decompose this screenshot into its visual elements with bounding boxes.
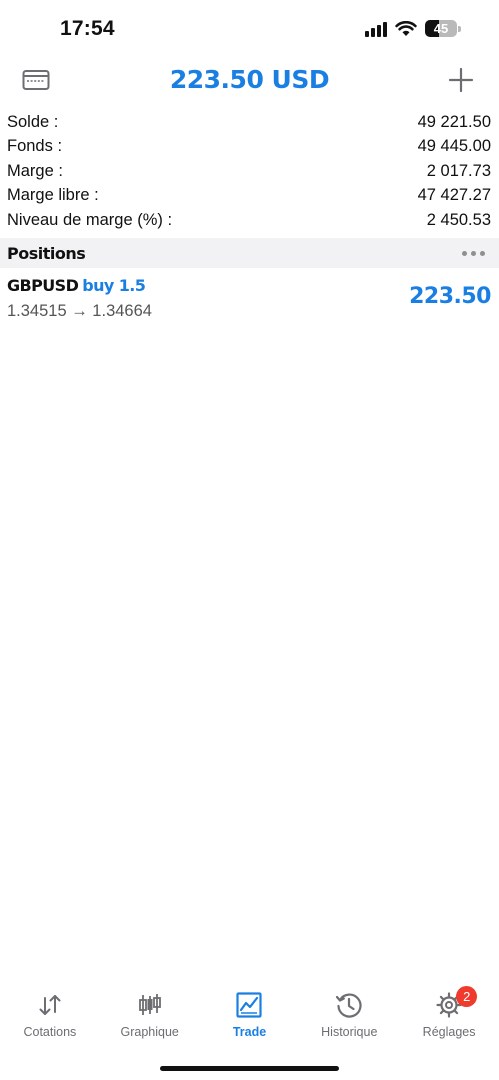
tab-history[interactable]: Historique xyxy=(299,985,399,1045)
section-title: Positions xyxy=(7,243,86,263)
position-title: GBPUSD buy 1.5 xyxy=(7,276,146,295)
status-icons: 45 xyxy=(365,20,461,37)
page-title: 223.50 USD xyxy=(169,65,330,94)
battery-icon: 45 xyxy=(425,20,457,37)
quotes-arrows-icon xyxy=(39,995,61,1015)
position-side: buy 1.5 xyxy=(82,276,146,295)
summary-value: 47 427.27 xyxy=(417,186,491,205)
trade-chart-icon xyxy=(236,992,263,1018)
nav-header: 223.50 USD xyxy=(0,58,499,102)
tab-quotes[interactable]: Cotations xyxy=(0,985,100,1045)
more-options-icon[interactable] xyxy=(462,250,485,256)
summary-row-margin-level: Niveau de marge (%) : 2 450.53 xyxy=(0,208,499,233)
wifi-icon xyxy=(395,20,417,36)
summary-value: 49 221.50 xyxy=(417,112,491,131)
tab-label: Réglages xyxy=(422,1025,476,1039)
summary-value: 49 445.00 xyxy=(417,137,491,156)
summary-label: Fonds : xyxy=(7,137,63,156)
tab-trade[interactable]: Trade xyxy=(200,985,300,1045)
summary-row-margin: Marge : 2 017.73 xyxy=(0,159,499,184)
account-summary: Solde : 49 221.50 Fonds : 49 445.00 Marg… xyxy=(0,110,499,233)
tab-settings[interactable]: 2 Réglages xyxy=(399,985,499,1045)
home-indicator[interactable] xyxy=(160,1066,339,1071)
battery-level: 45 xyxy=(433,21,449,36)
status-bar: 17:54 45 xyxy=(0,0,499,60)
position-row[interactable]: GBPUSD buy 1.5 1.34515 → 1.34664 223.50 xyxy=(0,272,499,328)
tab-label: Trade xyxy=(232,1025,267,1039)
summary-row-free-margin: Marge libre : 47 427.27 xyxy=(0,184,499,209)
tab-label: Historique xyxy=(321,1025,378,1039)
summary-row-equity: Fonds : 49 445.00 xyxy=(0,135,499,160)
summary-label: Niveau de marge (%) : xyxy=(7,210,173,229)
position-profit: 223.50 xyxy=(409,284,491,309)
add-icon[interactable] xyxy=(447,66,475,94)
candlestick-chart-icon xyxy=(138,994,161,1015)
history-clock-icon xyxy=(336,993,362,1018)
summary-value: 2 017.73 xyxy=(426,161,491,180)
tab-label: Graphique xyxy=(120,1025,179,1039)
positions-section-header: Positions xyxy=(0,238,499,268)
summary-row-balance: Solde : 49 221.50 xyxy=(0,110,499,135)
position-symbol: GBPUSD xyxy=(7,276,79,295)
summary-value: 2 450.53 xyxy=(426,210,491,229)
signal-icon xyxy=(365,21,387,37)
summary-label: Marge : xyxy=(7,161,63,180)
tab-bar: Cotations Graphique Trade Historique 2 R… xyxy=(0,985,499,1045)
summary-label: Solde : xyxy=(7,112,59,131)
tab-chart[interactable]: Graphique xyxy=(100,985,200,1045)
position-prices: 1.34515 → 1.34664 xyxy=(7,302,152,320)
status-time: 17:54 xyxy=(60,17,115,40)
notification-badge: 2 xyxy=(456,986,478,1007)
summary-label: Marge libre : xyxy=(7,186,99,205)
tab-label: Cotations xyxy=(23,1025,77,1039)
